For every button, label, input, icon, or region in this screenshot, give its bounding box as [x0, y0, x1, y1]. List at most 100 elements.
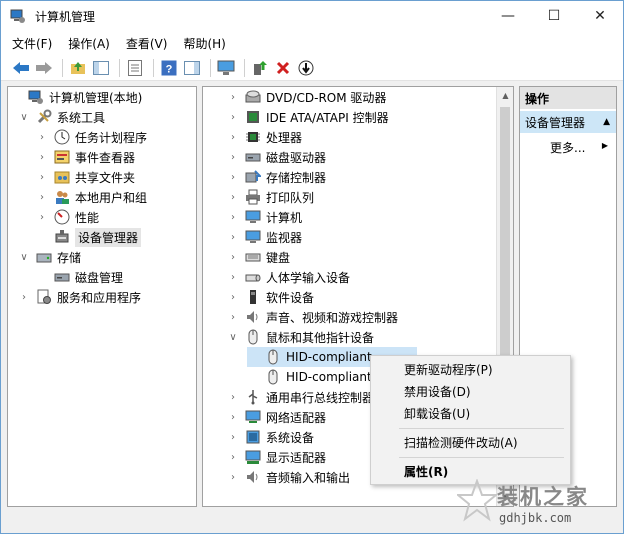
printer-icon [245, 189, 261, 205]
tree-node-task-scheduler[interactable]: › 任务计划程序 [36, 127, 147, 147]
tree-node-label: 任务计划程序 [75, 130, 148, 145]
chevron-down-icon[interactable]: ∨ [18, 252, 30, 263]
uninstall-x-icon[interactable] [273, 58, 293, 78]
chevron-right-icon[interactable]: › [227, 312, 239, 323]
close-button[interactable]: ✕ [577, 1, 623, 31]
device-category-storage-controllers[interactable]: › 存储控制器 [227, 167, 326, 187]
collapse-up-icon[interactable]: ▲ [603, 117, 610, 127]
device-category-cpu[interactable]: › 处理器 [227, 127, 302, 147]
tree-node-device-manager[interactable]: 设备管理器 [36, 227, 142, 247]
tree-node-system-tools[interactable]: ∨ 系统工具 [18, 107, 105, 127]
menu-action[interactable]: 操作(A) [68, 35, 110, 52]
device-category-system[interactable]: › 系统设备 [227, 427, 314, 447]
device-item-hid-mouse[interactable]: HID-compliant [247, 367, 372, 387]
chevron-right-icon[interactable]: › [36, 132, 48, 143]
device-category-ide[interactable]: › IDE ATA/ATAPI 控制器 [227, 107, 389, 127]
device-category-label: 软件设备 [266, 290, 315, 305]
device-category-label: 监视器 [266, 230, 303, 245]
tree-node-label: 磁盘管理 [75, 270, 124, 285]
monitor-icon [245, 209, 261, 225]
chevron-right-icon[interactable]: › [227, 112, 239, 123]
chevron-right-icon[interactable]: › [227, 192, 239, 203]
tree-node-services-apps[interactable]: › 服务和应用程序 [18, 287, 141, 307]
menu-help[interactable]: 帮助(H) [183, 35, 225, 52]
ctx-disable-device[interactable]: 禁用设备(D) [371, 381, 570, 402]
usb-icon [245, 389, 261, 405]
chevron-right-icon[interactable]: › [36, 212, 48, 223]
ctx-update-driver[interactable]: 更新驱动程序(P) [371, 359, 570, 380]
title-bar[interactable]: 计算机管理 — ☐ ✕ [1, 1, 623, 31]
scroll-up-arrow[interactable]: ▲ [497, 87, 513, 104]
chevron-right-icon[interactable]: › [227, 272, 239, 283]
menu-view[interactable]: 查看(V) [126, 35, 168, 52]
device-category-label: 人体学输入设备 [266, 270, 351, 285]
device-category-network[interactable]: › 网络适配器 [227, 407, 326, 427]
device-category-usb[interactable]: › 通用串行总线控制器 [227, 387, 374, 407]
tree-node-local-users[interactable]: › 本地用户和组 [36, 187, 147, 207]
chevron-right-icon[interactable]: › [227, 172, 239, 183]
chevron-right-icon[interactable]: › [227, 212, 239, 223]
chevron-right-icon[interactable]: › [36, 192, 48, 203]
ctx-uninstall-device[interactable]: 卸载设备(U) [371, 403, 570, 424]
tree-node-label: 共享文件夹 [75, 170, 136, 185]
chevron-right-icon[interactable]: › [227, 432, 239, 443]
services-icon [36, 289, 52, 305]
tree-node-performance[interactable]: › 性能 [36, 207, 99, 227]
device-category-disk-drives[interactable]: › 磁盘驱动器 [227, 147, 326, 167]
device-category-keyboards[interactable]: › 键盘 [227, 247, 290, 267]
chevron-right-icon[interactable]: › [227, 152, 239, 163]
minimize-button[interactable]: — [485, 1, 531, 31]
chevron-right-icon[interactable]: › [227, 252, 239, 263]
chevron-down-icon[interactable]: ∨ [227, 332, 239, 343]
chevron-right-icon[interactable]: › [227, 232, 239, 243]
device-category-mice[interactable]: ∨ 鼠标和其他指针设备 [227, 327, 374, 347]
up-folder-icon[interactable] [68, 58, 88, 78]
chevron-right-icon[interactable]: › [227, 292, 239, 303]
tree-node-label: 本地用户和组 [75, 190, 148, 205]
chevron-right-icon[interactable]: › [227, 452, 239, 463]
action-pane-icon[interactable] [182, 58, 202, 78]
computer-icon[interactable] [216, 58, 236, 78]
properties-icon[interactable] [125, 58, 145, 78]
actions-device-manager[interactable]: 设备管理器 ▲ [520, 111, 616, 133]
back-icon[interactable] [11, 58, 31, 78]
chevron-right-icon[interactable]: › [227, 472, 239, 483]
toolbar-separator [244, 58, 245, 77]
navigation-tree-pane[interactable]: 计算机管理(本地) ∨ 系统工具 › 任务计划程序 › 事件查看器 › 共享文件… [7, 86, 197, 507]
show-tree-icon[interactable] [91, 58, 111, 78]
context-menu: 更新驱动程序(P) 禁用设备(D) 卸载设备(U) 扫描检测硬件改动(A) 属性… [370, 355, 571, 485]
device-category-dvd[interactable]: › DVD/CD-ROM 驱动器 [227, 87, 386, 107]
device-category-hid[interactable]: › 人体学输入设备 [227, 267, 350, 287]
chevron-right-icon[interactable]: › [227, 412, 239, 423]
update-driver-icon[interactable] [250, 58, 270, 78]
chevron-down-icon[interactable]: ∨ [18, 112, 30, 123]
tree-node-event-viewer[interactable]: › 事件查看器 [36, 147, 135, 167]
device-category-monitors[interactable]: › 监视器 [227, 227, 302, 247]
chevron-right-icon[interactable]: › [227, 132, 239, 143]
chevron-right-icon[interactable]: › [36, 172, 48, 183]
forward-icon[interactable] [34, 58, 54, 78]
tree-node-disk-management[interactable]: 磁盘管理 [36, 267, 123, 287]
help-icon[interactable]: ? [159, 58, 179, 78]
tree-node-storage[interactable]: ∨ 存储 [18, 247, 81, 267]
disable-down-icon[interactable] [296, 58, 316, 78]
device-category-software-devices[interactable]: › 软件设备 [227, 287, 314, 307]
chevron-right-icon[interactable]: › [36, 152, 48, 163]
maximize-button[interactable]: ☐ [531, 1, 577, 31]
device-category-sound[interactable]: › 声音、视频和游戏控制器 [227, 307, 398, 327]
more-actions-link[interactable]: 更多... [550, 137, 585, 157]
chevron-right-icon[interactable]: › [227, 392, 239, 403]
chevron-right-icon[interactable]: › [18, 292, 30, 303]
device-category-display[interactable]: › 显示适配器 [227, 447, 326, 467]
toolbar-separator [210, 58, 211, 77]
device-category-print-queues[interactable]: › 打印队列 [227, 187, 314, 207]
ctx-scan-hardware[interactable]: 扫描检测硬件改动(A) [371, 432, 570, 453]
tree-node-computer-management[interactable]: 计算机管理(本地) [10, 87, 142, 107]
menu-file[interactable]: 文件(F) [12, 35, 52, 52]
speaker-icon [245, 469, 261, 485]
device-category-audio-io[interactable]: › 音频输入和输出 [227, 467, 350, 487]
tree-node-shared-folders[interactable]: › 共享文件夹 [36, 167, 135, 187]
scroll-thumb[interactable] [500, 107, 510, 357]
chevron-right-icon[interactable]: › [227, 92, 239, 103]
device-category-computer[interactable]: › 计算机 [227, 207, 302, 227]
